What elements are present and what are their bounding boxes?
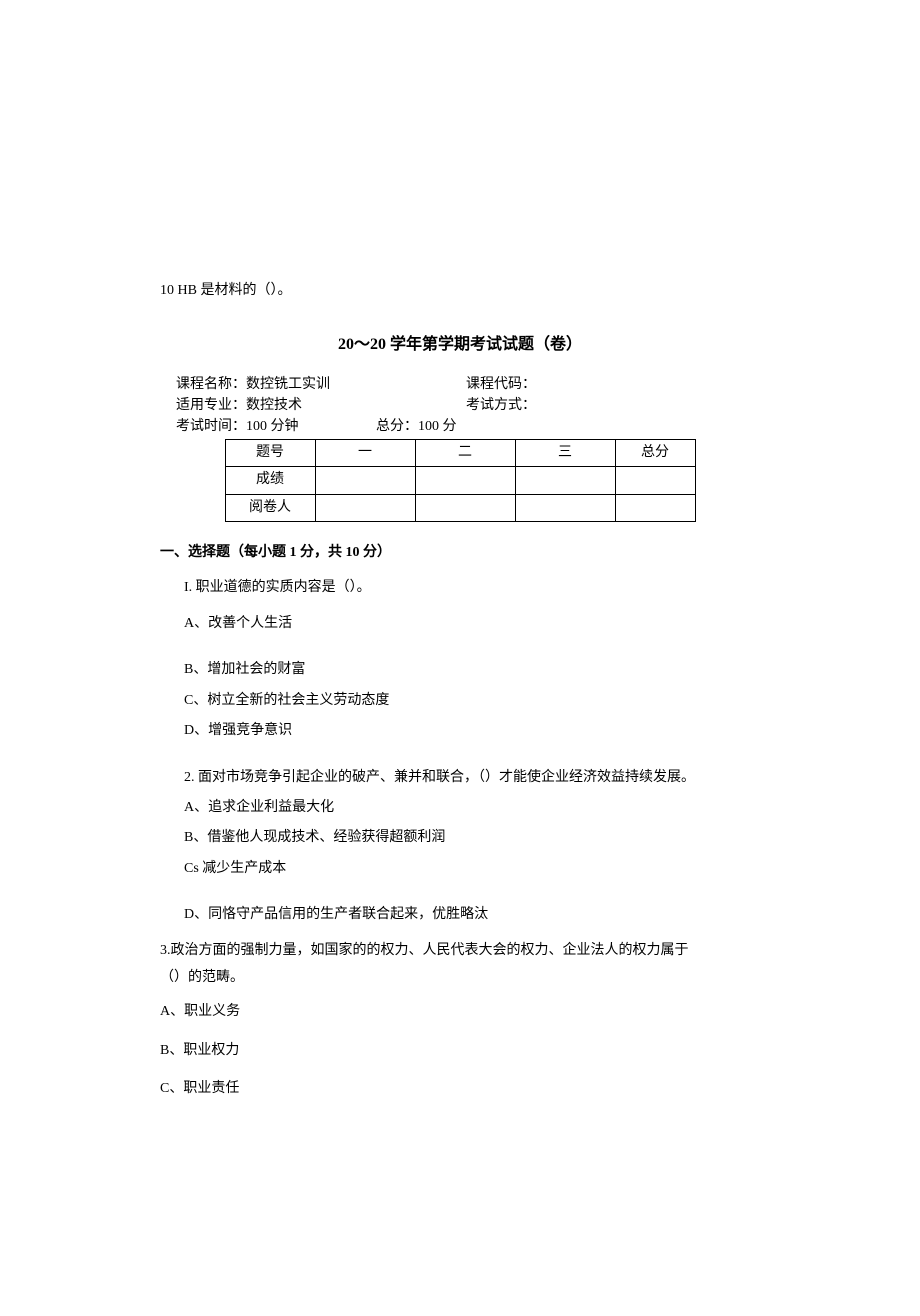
question-1-option-d: D、增强竞争意识 <box>184 720 760 742</box>
total-score-value: 100 分 <box>418 419 457 434</box>
table-row: 题号 一 二 三 总分 <box>225 439 695 466</box>
table-header-label: 题号 <box>225 439 315 466</box>
question-1-stem: I. 职业道德的实质内容是（）。 <box>184 577 760 599</box>
table-cell <box>315 494 415 521</box>
header-fragment: 10 HB 是材料的（）。 <box>160 280 760 302</box>
table-score-label: 成绩 <box>225 467 315 494</box>
question-2-option-a: A、追求企业利益最大化 <box>184 797 760 819</box>
question-2-option-d: D、同恪守产品信用的生产者联合起来，优胜略汰 <box>184 904 760 926</box>
question-1-option-a: A、改善个人生活 <box>184 613 760 635</box>
exam-time-value: 100 分钟 <box>246 419 299 434</box>
table-grader-label: 阅卷人 <box>225 494 315 521</box>
table-cell <box>515 467 615 494</box>
total-score-label: 总分： <box>376 419 418 434</box>
table-cell <box>515 494 615 521</box>
question-2-option-b: B、借鉴他人现成技术、经验获得超额利润 <box>184 827 760 849</box>
info-row-3: 考试时间：100 分钟 总分：100 分 <box>176 416 760 437</box>
question-1-option-c: C、树立全新的社会主义劳动态度 <box>184 690 760 712</box>
major-value: 数控技术 <box>246 398 302 413</box>
table-cell <box>415 467 515 494</box>
question-2-option-c: Cs 减少生产成本 <box>184 858 760 880</box>
exam-title: 20～20 学年第学期考试试题（卷） <box>160 332 760 358</box>
section-heading-1: 一、选择题（每小题 1 分，共 10 分） <box>160 542 760 564</box>
question-1-option-b: B、增加社会的财富 <box>184 659 760 681</box>
question-3-stem-line1: 3.政治方面的强制力量，如国家的的权力、人民代表大会的权力、企业法人的权力属于 <box>160 940 760 962</box>
table-row: 成绩 <box>225 467 695 494</box>
course-code-label: 课程代码： <box>466 377 536 392</box>
course-name-label: 课程名称： <box>176 377 246 392</box>
table-cell <box>615 494 695 521</box>
question-3-option-b: B、职业权力 <box>160 1040 760 1062</box>
info-row-1: 课程名称：数控铣工实训 课程代码： <box>176 374 760 395</box>
table-header-total: 总分 <box>615 439 695 466</box>
question-3-option-a: A、职业义务 <box>160 1001 760 1023</box>
exam-time-label: 考试时间： <box>176 419 246 434</box>
score-table: 题号 一 二 三 总分 成绩 阅卷人 <box>225 439 696 522</box>
info-row-2: 适用专业：数控技术 考试方式： <box>176 395 760 416</box>
table-cell <box>415 494 515 521</box>
table-cell <box>315 467 415 494</box>
question-3-stem-line2: （）的范畴。 <box>160 967 760 989</box>
course-name-value: 数控铣工实训 <box>246 377 330 392</box>
major-label: 适用专业： <box>176 398 246 413</box>
question-3-option-c: C、职业责任 <box>160 1078 760 1100</box>
exam-mode-label: 考试方式： <box>466 398 536 413</box>
table-header-col2: 二 <box>415 439 515 466</box>
table-row: 阅卷人 <box>225 494 695 521</box>
exam-info-block: 课程名称：数控铣工实训 课程代码： 适用专业：数控技术 考试方式： 考试时间：1… <box>176 374 760 437</box>
question-2-stem: 2. 面对市场竞争引起企业的破产、兼并和联合，（）才能使企业经济效益持续发展。 <box>184 767 760 789</box>
table-cell <box>615 467 695 494</box>
table-header-col1: 一 <box>315 439 415 466</box>
table-header-col3: 三 <box>515 439 615 466</box>
